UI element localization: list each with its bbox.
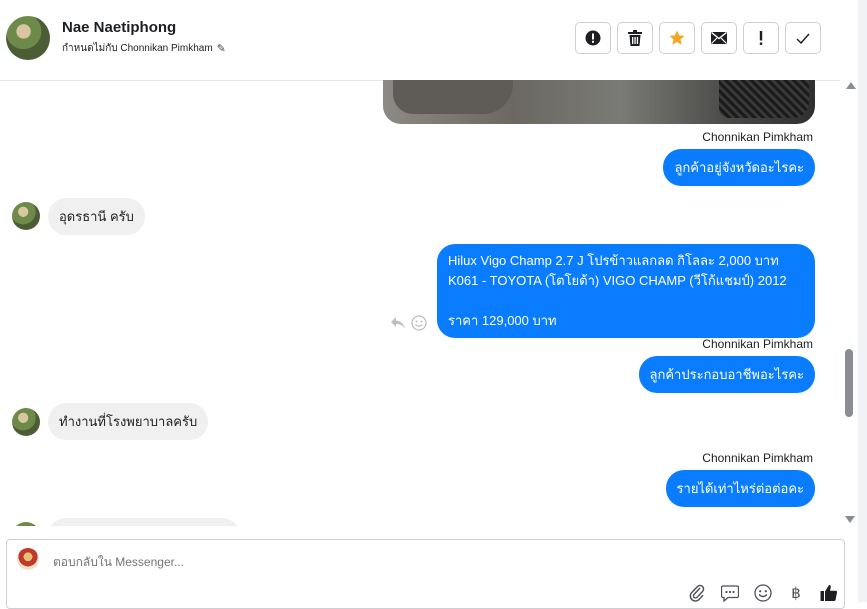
sender-label: Chonnikan Pimkham	[702, 337, 813, 351]
report-button[interactable]	[575, 22, 611, 54]
page-edge	[858, 0, 867, 602]
product-title-line: Hilux Vigo Champ 2.7 J โปรข้าวแลกลด กิโล…	[448, 253, 779, 268]
sender-label: Chonnikan Pimkham	[702, 451, 813, 465]
exclamation-icon	[759, 31, 763, 45]
mail-button[interactable]	[701, 22, 737, 54]
attach-icon[interactable]	[687, 583, 707, 603]
thread-scrollbar-track[interactable]	[840, 80, 858, 526]
baht-icon[interactable]: ฿	[786, 583, 806, 603]
scroll-up-arrow-icon[interactable]	[846, 82, 856, 89]
conversation-header: Nae Naetiphong กำหนดไม่กับ Chonnikan Pim…	[0, 0, 858, 81]
important-button[interactable]	[743, 22, 779, 54]
page-avatar	[17, 548, 39, 570]
incoming-message[interactable]: อุดรธานี ครับ	[48, 198, 145, 235]
incoming-message[interactable]: ทำงานที่โรงพยาบาลครับ	[48, 403, 209, 440]
outgoing-message[interactable]: ลูกค้าประกอบอาชีพอะไรคะ	[638, 356, 815, 393]
sender-label: Chonnikan Pimkham	[702, 130, 813, 144]
reply-composer[interactable]: ฿	[6, 539, 845, 609]
delete-button[interactable]	[617, 22, 653, 54]
contact-mini-avatar	[12, 202, 40, 230]
photo-seat-area	[393, 80, 513, 114]
contact-avatar[interactable]	[6, 16, 50, 60]
scrollbar-thumb[interactable]	[845, 349, 853, 417]
trash-icon	[628, 30, 642, 46]
pencil-icon[interactable]: ✎	[217, 42, 226, 55]
emoji-icon[interactable]	[753, 583, 773, 603]
outgoing-message[interactable]: ลูกค้าอยู่จังหวัดอะไรคะ	[663, 149, 815, 186]
message-hover-actions	[390, 315, 427, 331]
assigned-to-label[interactable]: กำหนดไม่กับ Chonnikan Pimkham ✎	[62, 41, 226, 56]
done-button[interactable]	[785, 22, 821, 54]
alert-circle-icon	[585, 30, 601, 46]
photo-floor-mat	[719, 80, 809, 118]
composer-tools: ฿	[687, 583, 839, 603]
contact-mini-avatar	[12, 522, 40, 526]
outgoing-message[interactable]: รายได้เท่าไหร่ต่อต่อคะ	[665, 470, 815, 507]
contact-name[interactable]: Nae Naetiphong	[62, 19, 176, 36]
saved-reply-icon[interactable]	[720, 583, 740, 603]
assigned-to-text: กำหนดไม่กับ Chonnikan Pimkham	[62, 43, 213, 54]
checkmark-icon	[796, 33, 810, 44]
message-thread[interactable]: Chonnikan Pimkham ลูกค้าอยู่จังหวัดอะไรค…	[0, 80, 840, 526]
reply-icon[interactable]	[390, 316, 406, 330]
star-button[interactable]	[659, 22, 695, 54]
incoming-message-partial[interactable]	[48, 518, 240, 526]
like-icon[interactable]	[819, 583, 839, 603]
emoji-react-icon[interactable]	[411, 315, 427, 331]
outgoing-message-product[interactable]: Hilux Vigo Champ 2.7 J โปรข้าวแลกลด กิโล…	[437, 244, 815, 338]
header-actions	[575, 22, 821, 54]
product-model-line: K061 - TOYOTA (โตโยต้า) VIGO CHAMP (วีโก…	[448, 273, 787, 288]
star-icon	[669, 30, 685, 45]
reply-input[interactable]	[51, 554, 655, 570]
contact-mini-avatar	[12, 408, 40, 436]
baht-symbol: ฿	[791, 585, 801, 602]
envelope-icon	[711, 32, 727, 44]
image-attachment[interactable]	[383, 80, 815, 124]
scroll-down-arrow-icon[interactable]	[845, 516, 855, 523]
product-price-line: ราคา 129,000 บาท	[448, 313, 557, 328]
